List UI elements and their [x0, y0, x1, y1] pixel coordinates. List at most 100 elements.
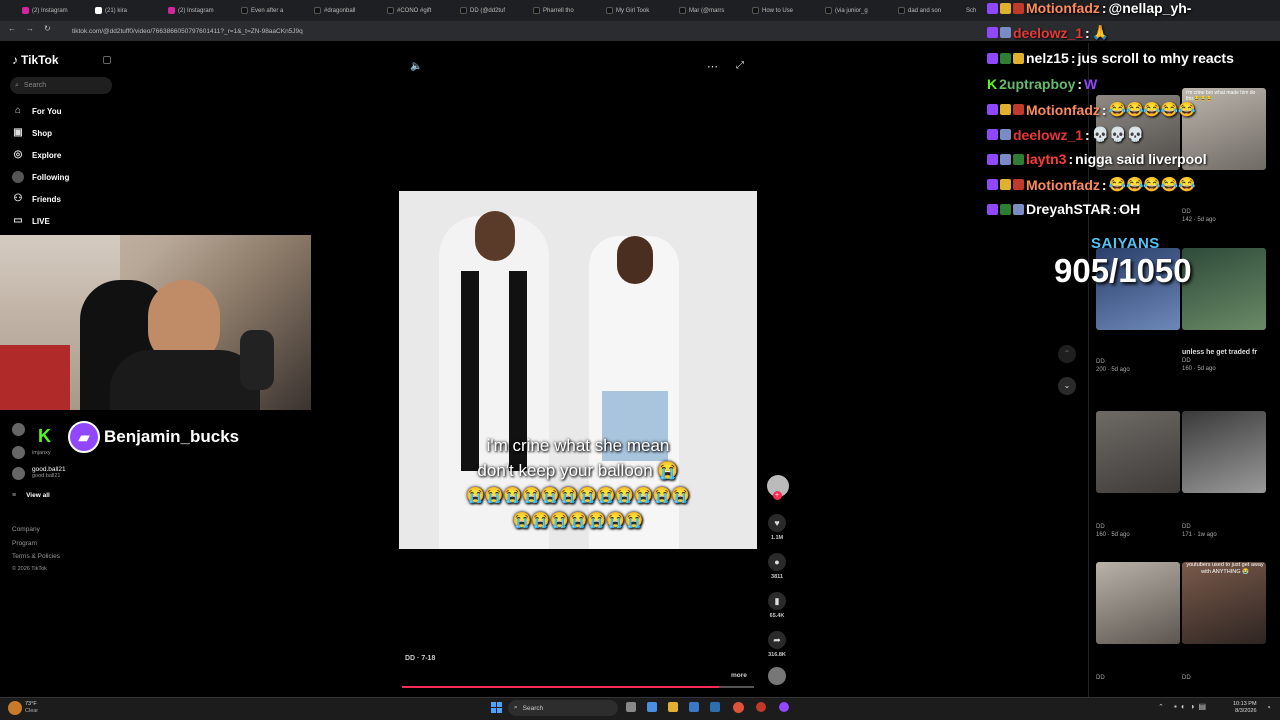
- footer-terms[interactable]: Terms & Policies: [12, 553, 60, 560]
- browser-tab[interactable]: dad and son: [898, 3, 966, 18]
- feed-meta: DD 171 · 1w ago: [1182, 524, 1217, 538]
- browser-tab[interactable]: Sch: [966, 3, 986, 18]
- account-item[interactable]: imjanxy: [12, 446, 51, 459]
- tray-icons[interactable]: ▪◐◑▤: [1174, 702, 1210, 711]
- badge-icon: [1013, 203, 1024, 215]
- nav-following[interactable]: Following: [12, 171, 69, 183]
- feed-thumbnail[interactable]: [1096, 562, 1180, 644]
- badge-icon: [1013, 104, 1024, 115]
- nav-explore[interactable]: ◎ Explore: [12, 149, 62, 161]
- task-view-icon[interactable]: [626, 702, 636, 712]
- url-field[interactable]: tiktok.com/@dd2tuff0/video/7663866050797…: [72, 25, 972, 38]
- tiktok-icon: [387, 7, 394, 14]
- browser-tab[interactable]: Pharrell tho: [533, 3, 601, 18]
- more-link[interactable]: more: [731, 672, 747, 679]
- man-head: [475, 211, 515, 261]
- weather-widget[interactable]: 73°F Clear: [25, 701, 38, 715]
- nav-friends[interactable]: ⚇ Friends: [12, 193, 61, 205]
- tiktok-icon: [460, 7, 467, 14]
- browser-tab[interactable]: Mar (@marrs: [679, 3, 747, 18]
- streamer-tag: Benjamin_bucks: [104, 427, 240, 446]
- share-button[interactable]: ➦ 316.8K: [767, 631, 787, 658]
- like-button[interactable]: ♥ 1.1M: [767, 514, 787, 541]
- browser-tab[interactable]: (2) Instagram: [22, 3, 90, 18]
- app-icon[interactable]: [647, 702, 657, 712]
- tiktok-icon: [752, 7, 759, 14]
- feed-meta: unless he get traded fr DD 160 · 5d ago: [1182, 349, 1258, 372]
- browser-tab[interactable]: (via junior_g: [825, 3, 893, 18]
- view-all-link[interactable]: ≡ View all: [12, 492, 50, 499]
- nav-for-you[interactable]: ⌂ For You: [12, 105, 62, 117]
- tiktok-icon: [898, 7, 905, 14]
- footer-company[interactable]: Company: [12, 526, 40, 533]
- previous-video-button[interactable]: ⌃: [1058, 345, 1076, 363]
- feed-thumbnail[interactable]: youtubers used to just get away with ANY…: [1182, 562, 1266, 644]
- app-icon[interactable]: [689, 702, 699, 712]
- badge-icon: [1013, 179, 1024, 190]
- save-button[interactable]: ▮ 65.4K: [767, 592, 787, 619]
- browser-tab[interactable]: #CONO #gift: [387, 3, 455, 18]
- sound-button[interactable]: [767, 667, 787, 685]
- forward-icon[interactable]: →: [26, 24, 34, 33]
- fullscreen-icon[interactable]: ⤢: [736, 60, 744, 71]
- badge-icon: [1013, 52, 1024, 64]
- clock[interactable]: 10:13 PM 8/3/2026: [1233, 701, 1257, 715]
- browser-tab[interactable]: (21) kira: [95, 3, 163, 18]
- reload-icon[interactable]: ↻: [44, 24, 51, 33]
- badge-icon: [1013, 2, 1024, 14]
- browser-tab[interactable]: DD (@dd2tuf: [460, 3, 528, 18]
- account-item[interactable]: [12, 423, 25, 436]
- windows-start-icon[interactable]: [491, 702, 502, 713]
- feed-thumbnail[interactable]: [1182, 248, 1266, 330]
- feed-meta: DD: [1096, 675, 1105, 681]
- comment-icon: ●: [768, 553, 786, 571]
- search-input[interactable]: ⌕ Search: [10, 77, 112, 94]
- taskbar-search[interactable]: ⌕ Search: [508, 700, 618, 716]
- collapse-sidebar-icon[interactable]: [103, 56, 111, 64]
- feed-thumbnail[interactable]: [1182, 411, 1266, 493]
- chrome-icon[interactable]: [733, 702, 744, 713]
- weather-icon[interactable]: [8, 701, 22, 715]
- avatar: [12, 446, 25, 459]
- microphone: [240, 330, 274, 390]
- discord-icon[interactable]: [779, 702, 789, 712]
- notification-icon[interactable]: ◔: [1266, 703, 1271, 712]
- video-author[interactable]: DD · 7-18: [405, 655, 435, 662]
- list-icon: ≡: [12, 492, 17, 499]
- creator-avatar-button[interactable]: +: [767, 475, 789, 500]
- feed-thumbnail[interactable]: [1096, 411, 1180, 493]
- back-icon[interactable]: ←: [8, 24, 16, 33]
- browser-tab[interactable]: How to Use: [752, 3, 820, 18]
- twitch-icon: ▰: [68, 421, 100, 453]
- browser-tab[interactable]: Even after a: [241, 3, 309, 18]
- tiktok-icon: [679, 7, 686, 14]
- badge-icon: [1000, 179, 1011, 190]
- volume-icon[interactable]: 🔈: [410, 61, 422, 72]
- nav-live[interactable]: ▭ LIVE: [12, 215, 50, 227]
- chat-message: deelowz_1: 💀💀💀: [987, 126, 1144, 143]
- progress-track[interactable]: [402, 686, 754, 688]
- tray-chevron-icon[interactable]: ⌃: [1158, 703, 1164, 711]
- follow-plus-icon[interactable]: +: [772, 491, 782, 500]
- x-icon: [95, 7, 102, 14]
- chat-message: nelz15: jus scroll to mhy reacts: [987, 50, 1234, 66]
- nav-shop[interactable]: ▣ Shop: [12, 127, 52, 139]
- footer-program[interactable]: Program: [12, 540, 37, 547]
- red-blanket: [0, 345, 70, 410]
- obs-icon[interactable]: [756, 702, 766, 712]
- next-video-button[interactable]: ⌄: [1058, 377, 1076, 395]
- steam-icon[interactable]: [710, 702, 720, 712]
- subscriber-badge-icon: [987, 129, 998, 140]
- browser-tab[interactable]: My Girl Took: [606, 3, 674, 18]
- badge-icon: [1013, 153, 1024, 165]
- subscriber-badge-icon: [987, 104, 998, 115]
- account-item[interactable]: good.ball21 good.ball21: [12, 466, 66, 480]
- browser-tab[interactable]: (2) Instagram: [168, 3, 236, 18]
- kick-icon: K: [38, 426, 51, 446]
- comment-button[interactable]: ● 3811: [767, 553, 787, 580]
- following-icon: [12, 171, 24, 183]
- tiktok-logo[interactable]: ♪ TikTok: [12, 53, 59, 67]
- file-explorer-icon[interactable]: [668, 702, 678, 712]
- browser-tab[interactable]: #dragonball: [314, 3, 382, 18]
- more-options-icon[interactable]: ⋯: [707, 60, 718, 73]
